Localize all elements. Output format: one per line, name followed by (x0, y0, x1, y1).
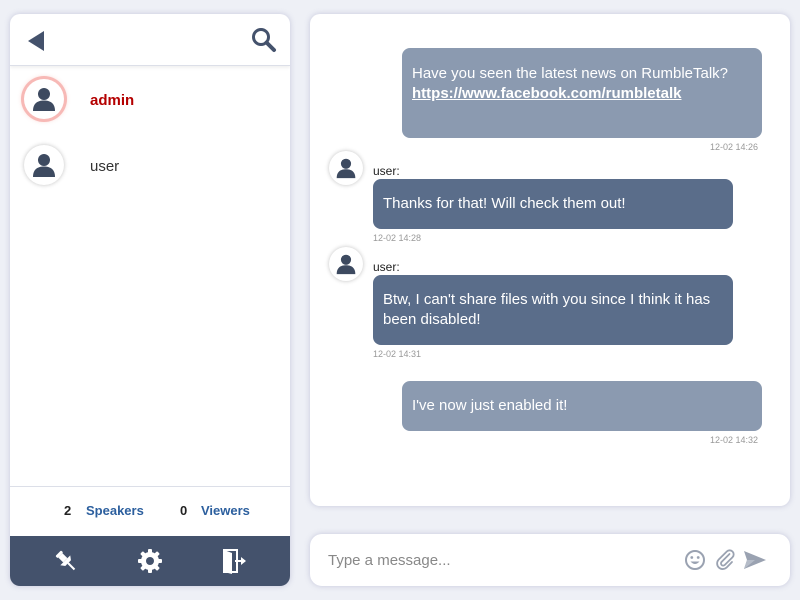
exit-door-icon (223, 549, 246, 574)
attach-file-button[interactable] (713, 548, 737, 572)
search-button[interactable] (250, 26, 278, 54)
message-timestamp: 12-02 14:31 (373, 349, 422, 359)
exit-button[interactable] (221, 548, 247, 574)
back-arrow-icon (28, 31, 44, 51)
speakers-count: 2 (64, 503, 72, 518)
send-button[interactable] (742, 548, 768, 572)
message-timestamp: 12-02 14:28 (373, 233, 422, 243)
message-text: Thanks for that! Will check them out! (383, 195, 626, 212)
user-silhouette-icon (33, 154, 55, 177)
settings-button[interactable] (137, 548, 163, 574)
message-sender: user: (373, 164, 400, 178)
message-timestamp: 12-02 14:26 (710, 142, 759, 152)
message-composer (310, 534, 790, 586)
message-bubble: Thanks for that! Will check them out! (373, 179, 733, 229)
avatar (24, 145, 64, 185)
user-silhouette-icon (33, 88, 55, 111)
speakers-link[interactable]: Speakers (86, 503, 144, 518)
viewers-count: 0 (180, 503, 188, 518)
user-list-item-admin[interactable]: admin (10, 67, 290, 133)
chat-messages-panel: Have you seen the latest news on RumbleT… (310, 14, 790, 506)
user-list-item-user[interactable]: user (10, 133, 290, 199)
message-bubble: Btw, I can't share files with you since … (373, 275, 733, 345)
message-input[interactable] (328, 546, 668, 574)
message-link[interactable]: https://www.facebook.com/rumbletalk (412, 85, 682, 102)
user-list-panel: admin user 2 Speakers 0 Viewers (10, 14, 290, 586)
user-name: user (90, 158, 120, 175)
avatar (24, 79, 64, 119)
sidebar-toolbar (10, 536, 290, 586)
participant-stats: 2 Speakers 0 Viewers (10, 486, 290, 536)
message-bubble: I've now just enabled it! (402, 381, 762, 431)
send-icon (744, 551, 766, 569)
user-list-header (10, 14, 290, 66)
search-icon (252, 28, 276, 52)
message-timestamp: 12-02 14:32 (710, 435, 759, 445)
message-sender: user: (373, 260, 400, 274)
user-list: admin user (10, 67, 290, 199)
smiley-icon (685, 550, 705, 570)
avatar (329, 151, 363, 185)
message-text: Btw, I can't share files with you since … (383, 291, 711, 328)
message-text: Have you seen the latest news on RumbleT… (412, 65, 729, 82)
pin-icon (55, 550, 76, 571)
pin-button[interactable] (53, 548, 79, 574)
gear-icon (138, 549, 162, 573)
emoji-button[interactable] (683, 548, 707, 572)
avatar (329, 247, 363, 281)
back-button[interactable] (24, 28, 50, 54)
viewers-link[interactable]: Viewers (201, 503, 250, 518)
message-bubble: Have you seen the latest news on RumbleT… (402, 48, 762, 138)
user-silhouette-icon (336, 254, 356, 275)
user-silhouette-icon (336, 158, 356, 179)
message-text: I've now just enabled it! (412, 397, 568, 414)
user-name: admin (90, 92, 135, 109)
paperclip-icon (716, 549, 735, 570)
